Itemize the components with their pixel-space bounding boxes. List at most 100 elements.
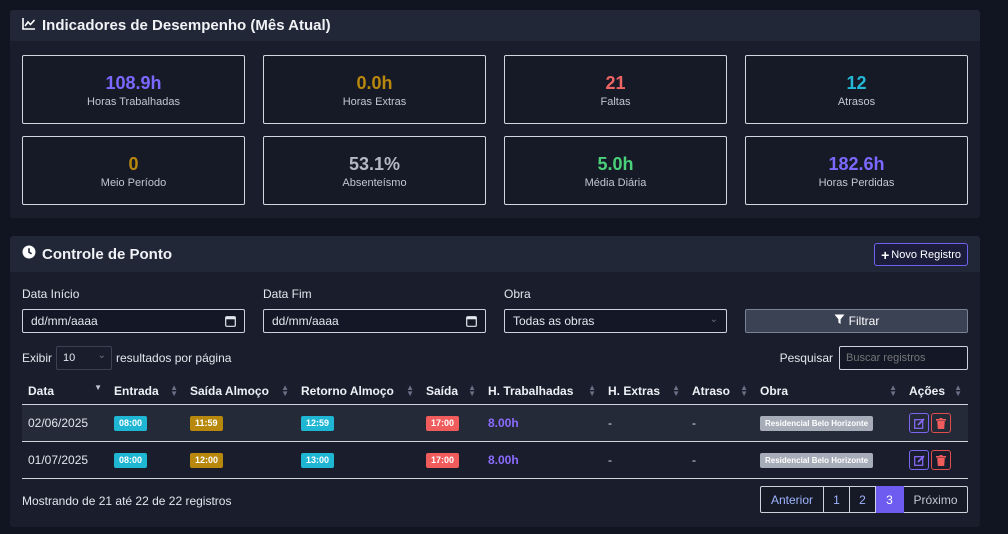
table-row: 01/07/2025 08:00 12:00 13:00 17:00 8.00h… (22, 441, 968, 478)
cell-data: 02/06/2025 (28, 415, 89, 430)
pagination-prev[interactable]: Anterior (760, 486, 824, 513)
search-input[interactable] (839, 346, 968, 370)
cell-obra: Residencial Belo Horizonte (754, 441, 903, 478)
time-badge: 11:59 (190, 415, 223, 431)
obra-badge: Residencial Belo Horizonte (760, 415, 874, 431)
kpi-faltas: 21 Faltas (504, 55, 727, 124)
col-retorno-almoco[interactable]: Retorno Almoço ▲ ▼ (295, 378, 420, 404)
calendar-icon[interactable] (466, 315, 477, 330)
kpi-horas-trabalhadas: 108.9h Horas Trabalhadas (22, 55, 245, 124)
search-control: Pesquisar (780, 346, 968, 370)
kpi-horas-extras: 0.0h Horas Extras (263, 55, 486, 124)
length-control: Exibir 10 ⌄ resultados por página (22, 346, 231, 370)
col-h-extras[interactable]: H. Extras ▲ ▼ (602, 378, 686, 404)
kpi-value: 53.1% (348, 153, 401, 174)
kpi-media-diaria: 5.0h Média Diária (504, 136, 727, 205)
obra-select-value: Todas as obras (513, 314, 595, 328)
kpi-label: Horas Perdidas (818, 176, 895, 189)
kpi-atrasos: 12 Atrasos (745, 55, 968, 124)
table-header-row: Data ▼ Entrada ▲ ▼ Saída Almoço ▲ ▼ Retorno A… (22, 378, 968, 404)
col-obra[interactable]: Obra ▲ ▼ (754, 378, 903, 404)
filtrar-label: Filtrar (848, 314, 880, 328)
edit-button[interactable] (909, 412, 929, 433)
col-saida-almoco[interactable]: Saída Almoço ▲ ▼ (184, 378, 295, 404)
kpi-meio-periodo: 0 Meio Período (22, 136, 245, 205)
cell-obra: Residencial Belo Horizonte (754, 404, 903, 441)
trash-icon (936, 454, 946, 466)
search-label: Pesquisar (779, 351, 833, 365)
time-badge: 08:00 (114, 452, 148, 468)
pagination-page-2[interactable]: 2 (850, 486, 876, 513)
time-badge: 12:59 (301, 415, 335, 431)
col-h-trabalhadas[interactable]: H. Trabalhadas ▲ ▼ (482, 378, 602, 404)
ponto-table: Data ▼ Entrada ▲ ▼ Saída Almoço ▲ ▼ Retorno A… (22, 378, 968, 479)
col-acoes[interactable]: Ações ▲ ▼ (903, 378, 968, 404)
cell-atraso: - (692, 452, 696, 467)
calendar-icon[interactable] (225, 315, 236, 330)
col-data[interactable]: Data ▼ (22, 378, 108, 404)
cell-h-trabalhadas: 8.00h (488, 452, 519, 467)
chevron-down-icon: ⌄ (709, 314, 718, 325)
length-prefix: Exibir (22, 351, 53, 365)
pagination: Anterior 1 2 3 Próximo (760, 486, 968, 513)
cell-h-extras: - (608, 452, 612, 467)
kpi-label: Meio Período (100, 176, 167, 189)
table-row: 02/06/2025 08:00 11:59 12:59 17:00 8.00h… (22, 404, 968, 441)
kpi-value: 21 (605, 72, 626, 93)
length-suffix: resultados por página (116, 351, 232, 365)
kpi-header: Indicadores de Desempenho (Mês Atual) (10, 10, 980, 41)
delete-button[interactable] (931, 412, 951, 433)
cell-acoes (903, 441, 968, 478)
sort-icon: ▲ ▼ (672, 383, 680, 398)
pagination-next[interactable]: Próximo (904, 486, 968, 513)
chart-line-icon (22, 17, 42, 34)
time-badge: 13:00 (301, 452, 335, 468)
data-fim-input[interactable]: dd/mm/aaaa (263, 309, 486, 333)
kpi-value: 5.0h (597, 153, 634, 174)
cell-retorno-almoco: 12:59 (295, 404, 420, 441)
kpi-horas-perdidas: 182.6h Horas Perdidas (745, 136, 968, 205)
data-inicio-value: dd/mm/aaaa (31, 314, 98, 328)
cell-h-extras: - (608, 415, 612, 430)
cell-saida-almoco: 12:00 (184, 441, 295, 478)
cell-data: 01/07/2025 (28, 452, 89, 467)
novo-registro-button[interactable]: + Novo Registro (874, 243, 968, 266)
cell-atraso: - (692, 415, 696, 430)
ponto-header: Controle de Ponto (10, 236, 980, 272)
sort-icon: ▲ ▼ (954, 383, 962, 398)
cell-saida-almoco: 11:59 (184, 404, 295, 441)
sort-icon: ▲ ▼ (406, 383, 414, 398)
sort-icon: ▲ ▼ (468, 383, 476, 398)
kpi-value: 0 (128, 153, 139, 174)
data-inicio-label: Data Início (22, 287, 80, 301)
novo-registro-label: Novo Registro (891, 248, 961, 261)
filter-icon (834, 314, 845, 328)
sort-icon: ▲ ▼ (170, 383, 178, 398)
cell-saida: 17:00 (420, 404, 482, 441)
kpi-absenteismo: 53.1% Absenteísmo (263, 136, 486, 205)
col-saida[interactable]: Saída ▲ ▼ (420, 378, 482, 404)
cell-entrada: 08:00 (108, 404, 184, 441)
kpi-title: Indicadores de Desempenho (Mês Atual) (42, 17, 331, 34)
data-inicio-input[interactable]: dd/mm/aaaa (22, 309, 245, 333)
filtrar-button[interactable]: Filtrar (745, 309, 968, 333)
col-entrada[interactable]: Entrada ▲ ▼ (108, 378, 184, 404)
col-atraso[interactable]: Atraso ▲ ▼ (686, 378, 754, 404)
pagination-page-3[interactable]: 3 (876, 486, 904, 513)
obra-select[interactable]: Todas as obras ⌄ (504, 309, 727, 333)
pagination-page-1[interactable]: 1 (824, 486, 850, 513)
data-fim-label: Data Fim (263, 287, 312, 301)
delete-button[interactable] (931, 449, 951, 470)
kpi-value: 0.0h (356, 72, 393, 93)
ponto-title: Controle de Ponto (42, 245, 172, 263)
cell-saida: 17:00 (420, 441, 482, 478)
length-select[interactable]: 10 ⌄ (56, 346, 113, 370)
sort-icon: ▲ ▼ (889, 383, 897, 398)
edit-button[interactable] (909, 449, 929, 470)
cell-entrada: 08:00 (108, 441, 184, 478)
time-badge: 17:00 (426, 415, 460, 431)
edit-icon (913, 454, 925, 466)
cell-acoes (903, 404, 968, 441)
table-info: Mostrando de 21 até 22 de 22 registros (22, 494, 232, 508)
kpi-card: Indicadores de Desempenho (Mês Atual) 10… (10, 10, 980, 218)
